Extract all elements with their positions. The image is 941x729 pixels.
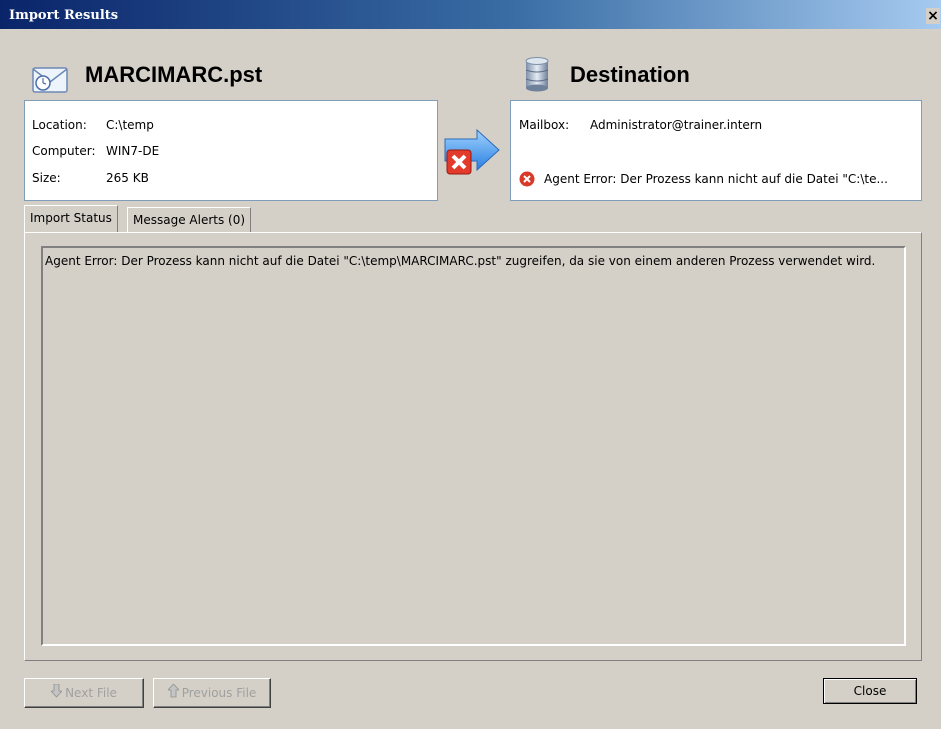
source-info-box: Location: C:\temp Computer: WIN7-DE Size… — [24, 100, 438, 201]
error-icon — [519, 171, 535, 190]
mailbox-label: Mailbox: — [519, 118, 570, 132]
pst-envelope-icon — [30, 60, 70, 99]
destination-error-text: Agent Error: Der Prozess kann nicht auf … — [544, 172, 888, 186]
window-title: Import Results — [9, 8, 119, 23]
computer-value: WIN7-DE — [106, 144, 160, 158]
destination-title: Destination — [570, 62, 690, 87]
arrow-up-icon — [166, 680, 180, 708]
destination-info-box: Mailbox: Administrator@trainer.intern Ag… — [510, 100, 922, 201]
status-message: Agent Error: Der Prozess kann nicht auf … — [45, 254, 876, 268]
previous-file-button[interactable]: Previous File — [153, 678, 271, 708]
location-value: C:\temp — [106, 118, 154, 132]
status-text-area: Agent Error: Der Prozess kann nicht auf … — [41, 246, 906, 646]
arrow-down-icon — [50, 680, 63, 708]
mailbox-value: Administrator@trainer.intern — [590, 118, 763, 132]
tab-import-status[interactable]: Import Status — [24, 205, 118, 232]
previous-file-label: Previous File — [181, 686, 257, 700]
transfer-arrow-error-icon — [443, 128, 501, 179]
next-file-button[interactable]: Next File — [24, 678, 144, 708]
database-icon — [524, 56, 550, 95]
tab-message-alerts[interactable]: Message Alerts (0) — [127, 207, 252, 232]
window-close-button[interactable]: × — [926, 8, 940, 24]
next-file-label: Next File — [65, 686, 117, 700]
title-bar: Import Results × — [0, 0, 941, 29]
source-header: MARCIMARC.pst — [24, 56, 424, 96]
size-value: 265 KB — [106, 171, 149, 185]
close-button[interactable]: Close — [823, 678, 917, 704]
size-label: Size: — [32, 171, 61, 185]
source-file-name: MARCIMARC.pst — [85, 62, 263, 87]
destination-header: Destination — [510, 56, 910, 96]
computer-label: Computer: — [32, 144, 96, 158]
location-label: Location: — [32, 118, 87, 132]
